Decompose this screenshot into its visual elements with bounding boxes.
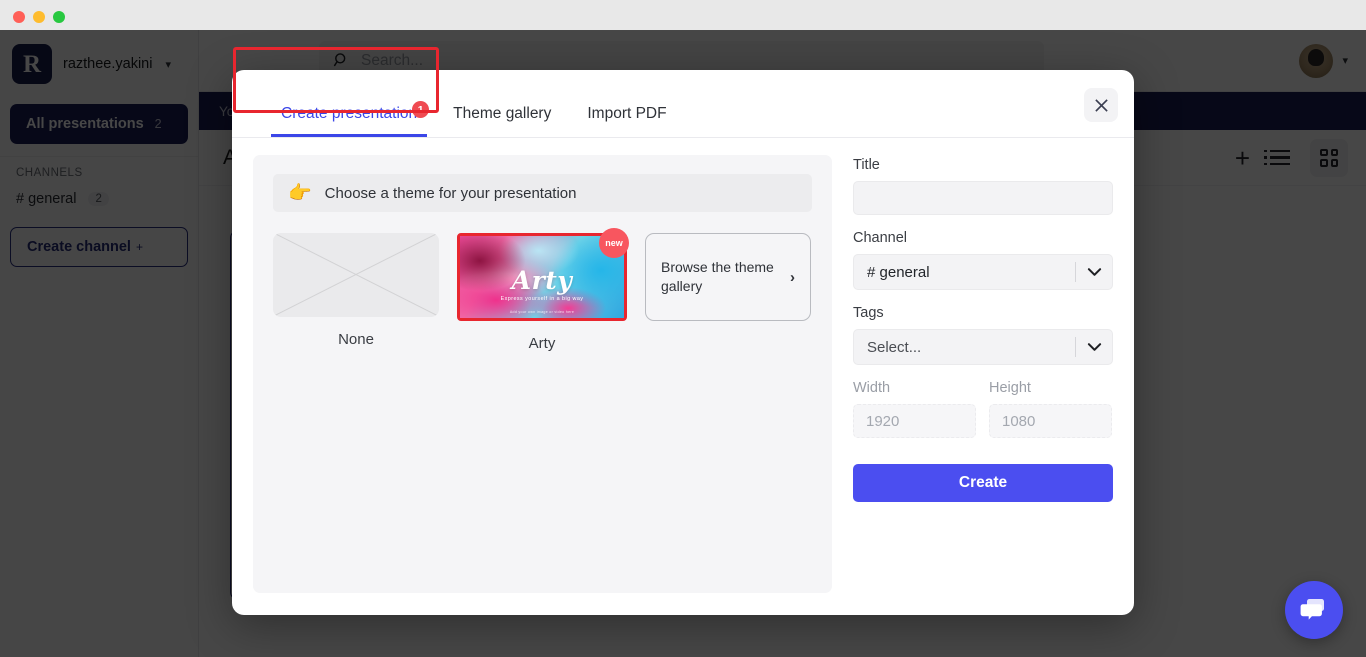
channel-select[interactable]: # general [853,254,1113,290]
sidebar-item-count: 2 [154,117,162,131]
dimension-fields: Width 1920 Height 1080 [853,380,1113,438]
search-icon [333,53,346,67]
tags-label: Tags [853,305,884,321]
create-channel-button[interactable]: Create channel + [10,227,188,267]
title-label: Title [853,157,880,173]
tab-label: Create presentation [281,105,418,122]
tab-label: Theme gallery [453,105,552,122]
chevron-down-icon [1076,342,1112,352]
channel-value: # general [867,263,930,281]
height-input[interactable]: 1080 [989,404,1112,438]
tab-create-presentation[interactable]: Create presentation 1 [263,101,435,137]
tab-label: Import PDF [587,105,667,122]
create-presentation-dialog: Create presentation 1 Theme gallery Impo… [232,47,1134,615]
maximize-window-button[interactable] [53,11,65,23]
create-button[interactable]: Create [853,464,1113,502]
dialog-header: Create presentation 1 Theme gallery Impo… [232,47,1134,138]
tab-theme-gallery[interactable]: Theme gallery [435,105,569,137]
height-label: Height [989,380,1031,396]
channel-label: # general [16,191,77,207]
chat-support-button[interactable] [1285,581,1343,639]
status-badge: 1 [412,101,430,118]
close-window-button[interactable] [13,11,25,23]
search-placeholder: Search... [361,51,424,69]
width-input[interactable]: 1920 [853,404,976,438]
plus-icon: + [135,240,143,254]
dialog-tabs: Create presentation 1 Theme gallery Impo… [263,101,685,137]
sidebar: R razthee.yakini ▾ All presentations 2 C… [0,30,199,657]
theme-hint-banner: 👉 Choose a theme for your presentation [273,174,812,212]
artwork-title: Arty [511,266,573,295]
chat-bubble-icon [1300,599,1324,620]
presentation-form: Title Channel # general Tags Select... W… [853,155,1113,593]
theme-name: None [338,331,374,348]
theme-hint-text: Choose a theme for your presentation [324,184,577,202]
chevron-right-icon: › [790,268,795,286]
sidebar-section-channels: CHANNELS [16,167,83,179]
grid-view-icon[interactable] [1310,138,1348,177]
chevron-down-icon: ▾ [165,58,171,71]
new-badge: new [599,228,629,258]
chevron-down-icon [1076,267,1112,277]
list-view-icon[interactable] [1264,149,1290,166]
user-menu[interactable]: ▾ [1299,43,1348,78]
content-toolbar: + [1235,138,1348,177]
chevron-down-icon: ▾ [1342,55,1348,67]
title-input[interactable] [853,181,1113,215]
sidebar-item-general[interactable]: # general 2 [0,185,198,213]
dialog-body: 👉 Choose a theme for your presentation N… [232,138,1134,615]
browse-theme-gallery-button[interactable]: Browse the theme gallery › [645,233,811,321]
theme-option-arty[interactable]: Arty Express yourself in a big way Add y… [457,228,629,352]
workspace-switcher[interactable]: R razthee.yakini ▾ [0,30,198,96]
sidebar-item-all-presentations[interactable]: All presentations 2 [10,104,188,144]
sidebar-item-label: All presentations [26,116,144,132]
width-label: Width [853,380,891,396]
theme-name: Arty [528,335,556,352]
channel-count: 2 [88,192,109,206]
theme-option-none[interactable]: None [273,233,439,348]
tags-select[interactable]: Select... [853,329,1113,365]
theme-thumbnail-placeholder [273,233,439,317]
browse-label: Browse the theme gallery [661,259,774,294]
theme-thumbnail-selected: Arty Express yourself in a big way Add y… [457,228,629,321]
window-titlebar [0,0,1366,30]
artwork-footer: Add your own image or video here [509,310,575,314]
theme-list: None Arty Express yourself in a big way … [273,228,812,352]
minimize-window-button[interactable] [33,11,45,23]
screen: R razthee.yakini ▾ All presentations 2 C… [0,0,1366,657]
close-dialog-button[interactable] [1084,88,1118,122]
channel-label: Channel [853,230,908,246]
avatar [1299,43,1334,78]
add-icon[interactable]: + [1235,145,1250,171]
create-channel-label: Create channel [27,239,131,255]
tab-import-pdf[interactable]: Import PDF [569,105,684,137]
pointing-hand-icon: 👉 [288,182,312,204]
traffic-lights [13,11,65,23]
artwork-subtitle: Express yourself in a big way [500,296,584,302]
app-logo: R [12,44,52,84]
workspace-name: razthee.yakini [63,56,153,72]
close-icon [1094,98,1108,112]
theme-picker-panel: 👉 Choose a theme for your presentation N… [253,155,832,593]
tags-value: Select... [867,338,922,356]
